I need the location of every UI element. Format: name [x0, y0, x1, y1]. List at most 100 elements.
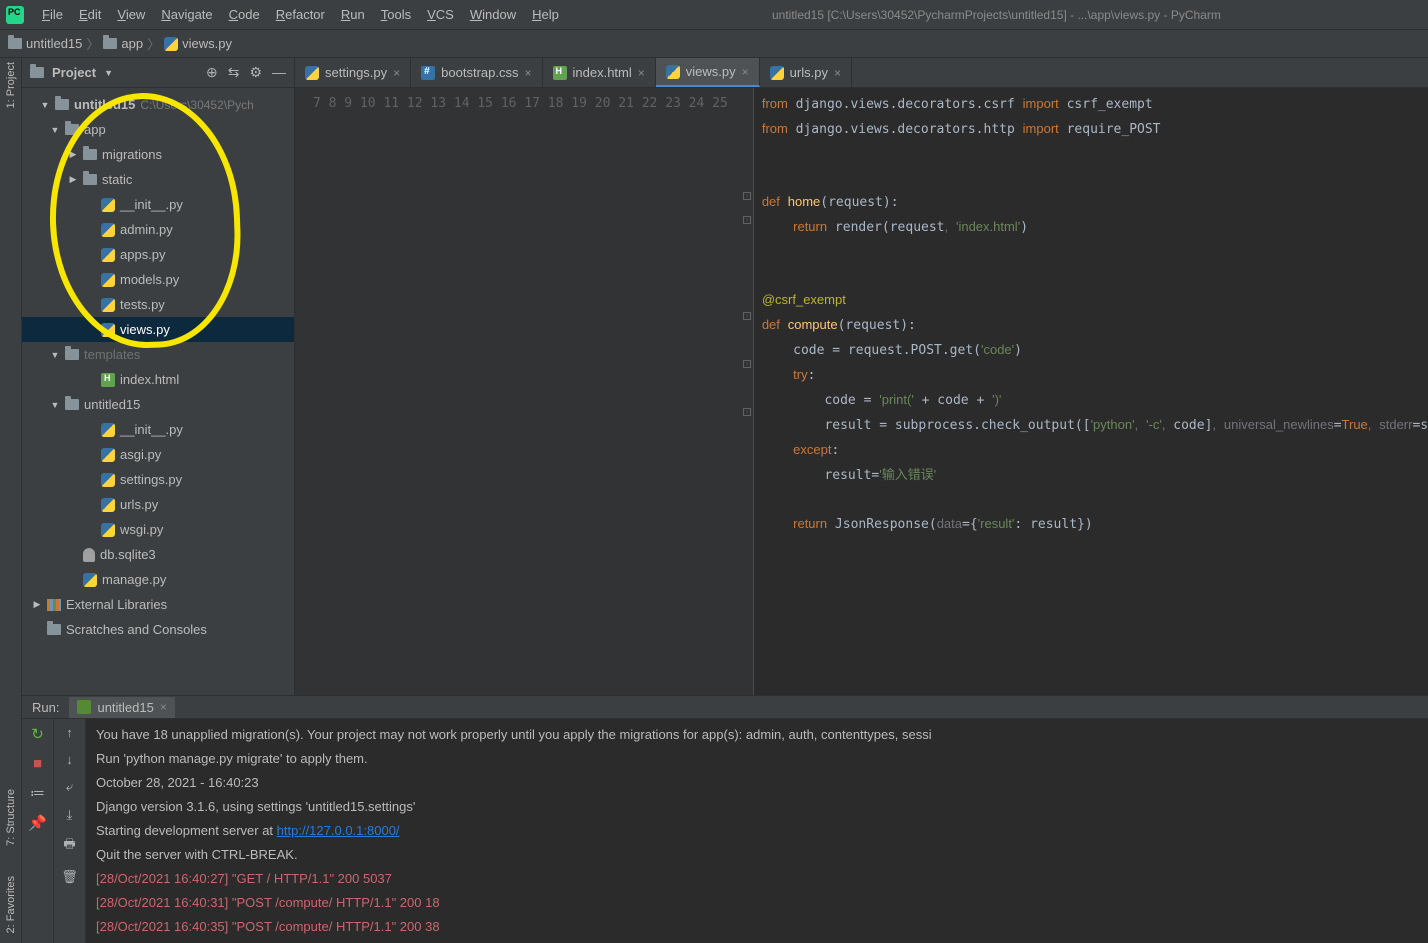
tab-views-py[interactable]: views.py×	[656, 58, 760, 87]
tree-item-db-sqlite3[interactable]: db.sqlite3	[22, 542, 294, 567]
run-toolbar-primary: ↻ ■ ≔ 📌	[22, 719, 54, 943]
layout-icon[interactable]: ≔	[30, 784, 45, 802]
python-icon	[666, 65, 680, 79]
folder-icon	[65, 124, 79, 135]
close-icon[interactable]: ×	[525, 66, 532, 80]
breadcrumb-views-py[interactable]: views.py	[164, 36, 232, 51]
tree-item-untitled15[interactable]: ▼untitled15	[22, 392, 294, 417]
clear-icon[interactable]: 🗑	[61, 869, 78, 885]
python-icon	[101, 298, 115, 312]
left-tool-stripe: 1: Project 7: Structure 2: Favorites	[0, 58, 22, 943]
expand-all-icon[interactable]: ⇆	[228, 64, 240, 81]
breadcrumb-untitled15[interactable]: untitled15	[8, 36, 82, 51]
locate-icon[interactable]: ⊕	[206, 64, 218, 81]
tree-item-templates[interactable]: ▼templates	[22, 342, 294, 367]
tree-item-tests-py[interactable]: tests.py	[22, 292, 294, 317]
gear-icon[interactable]: ⚙	[249, 64, 262, 81]
tree-item-wsgi-py[interactable]: wsgi.py	[22, 517, 294, 542]
run-config-tab[interactable]: untitled15 ×	[69, 697, 174, 718]
python-icon	[164, 37, 178, 51]
soft-wrap-icon[interactable]: ⤶	[66, 779, 73, 795]
tab-bootstrap-css[interactable]: bootstrap.css×	[411, 58, 542, 87]
hide-icon[interactable]: —	[272, 64, 286, 81]
project-icon	[30, 67, 44, 78]
tab-index-html[interactable]: index.html×	[543, 58, 656, 87]
down-icon[interactable]: ↓	[66, 752, 73, 767]
close-icon[interactable]: ×	[160, 700, 167, 714]
tree-item-urls-py[interactable]: urls.py	[22, 492, 294, 517]
html-icon	[553, 66, 567, 80]
tree-item-settings-py[interactable]: settings.py	[22, 467, 294, 492]
tree-item-views-py[interactable]: views.py	[22, 317, 294, 342]
project-panel-header: Project ▼ ⊕ ⇆ ⚙ —	[22, 58, 294, 88]
run-console[interactable]: You have 18 unapplied migration(s). Your…	[86, 719, 1428, 943]
menu-view[interactable]: View	[109, 3, 153, 26]
menu-code[interactable]: Code	[221, 3, 268, 26]
tree-item-Scratches-and-Consoles[interactable]: Scratches and Consoles	[22, 617, 294, 642]
python-icon	[101, 448, 115, 462]
menu-vcs[interactable]: VCS	[419, 3, 462, 26]
menu-run[interactable]: Run	[333, 3, 373, 26]
up-icon[interactable]: ↑	[66, 725, 73, 740]
tree-item-__init__-py[interactable]: __init__.py	[22, 417, 294, 442]
tool-tab-project[interactable]: 1: Project	[5, 62, 17, 108]
menu-help[interactable]: Help	[524, 3, 567, 26]
close-icon[interactable]: ×	[638, 66, 645, 80]
pin-icon[interactable]: 📌	[28, 814, 47, 832]
tree-item-models-py[interactable]: models.py	[22, 267, 294, 292]
folder-icon	[65, 349, 79, 360]
tree-item-app[interactable]: ▼app	[22, 117, 294, 142]
tool-tab-structure[interactable]: 7: Structure	[5, 789, 17, 846]
tree-item-admin-py[interactable]: admin.py	[22, 217, 294, 242]
scroll-end-icon[interactable]: ⤓	[67, 807, 73, 823]
tree-item-apps-py[interactable]: apps.py	[22, 242, 294, 267]
menu-file[interactable]: File	[34, 3, 71, 26]
tool-tab-favorites[interactable]: 2: Favorites	[5, 876, 17, 933]
python-icon	[770, 66, 784, 80]
tree-item-static[interactable]: ▶static	[22, 167, 294, 192]
tab-urls-py[interactable]: urls.py×	[760, 58, 852, 87]
tree-item-asgi-py[interactable]: asgi.py	[22, 442, 294, 467]
python-icon	[101, 423, 115, 437]
folder-icon	[8, 38, 22, 49]
tab-settings-py[interactable]: settings.py×	[295, 58, 411, 87]
breadcrumb-app[interactable]: app	[103, 36, 143, 51]
folder-icon	[65, 399, 79, 410]
lib-icon	[47, 599, 61, 611]
python-icon	[101, 498, 115, 512]
menu-navigate[interactable]: Navigate	[153, 3, 220, 26]
css-icon	[421, 66, 435, 80]
tree-item-manage-py[interactable]: manage.py	[22, 567, 294, 592]
main-menu: FileEditViewNavigateCodeRefactorRunTools…	[34, 3, 567, 26]
close-icon[interactable]: ×	[393, 66, 400, 80]
stop-icon[interactable]: ■	[33, 755, 42, 772]
python-icon	[101, 323, 115, 337]
tree-item-__init__-py[interactable]: __init__.py	[22, 192, 294, 217]
menu-tools[interactable]: Tools	[373, 3, 419, 26]
chevron-down-icon[interactable]: ▼	[104, 68, 113, 78]
close-icon[interactable]: ×	[742, 65, 749, 79]
menu-edit[interactable]: Edit	[71, 3, 109, 26]
python-icon	[101, 223, 115, 237]
project-panel-title[interactable]: Project	[52, 65, 96, 80]
tree-item-External-Libraries[interactable]: ▶External Libraries	[22, 592, 294, 617]
tree-item-index-html[interactable]: index.html	[22, 367, 294, 392]
django-icon	[77, 700, 91, 714]
run-toolbar-secondary: ↑ ↓ ⤶ ⤓ 🖶 🗑	[54, 719, 86, 943]
python-icon	[101, 198, 115, 212]
run-panel-label: Run:	[32, 700, 59, 715]
rerun-icon[interactable]: ↻	[31, 725, 44, 743]
menu-refactor[interactable]: Refactor	[268, 3, 333, 26]
editor-tabs: settings.py×bootstrap.css×index.html×vie…	[295, 58, 1428, 88]
python-icon	[305, 66, 319, 80]
folder-icon	[83, 149, 97, 160]
tree-item-migrations[interactable]: ▶migrations	[22, 142, 294, 167]
run-panel-header: Run: untitled15 ×	[22, 696, 1428, 719]
print-icon[interactable]: 🖶	[63, 835, 75, 857]
close-icon[interactable]: ×	[834, 66, 841, 80]
db-icon	[83, 548, 95, 562]
tree-root[interactable]: ▼ untitled15 C:\Users\30452\Pych	[22, 92, 294, 117]
menu-window[interactable]: Window	[462, 3, 524, 26]
run-tool-window: Run: untitled15 × ↻ ■ ≔ 📌 ↑ ↓ ⤶ ⤓ 🖶 🗑 Yo…	[22, 695, 1428, 943]
run-config-name: untitled15	[97, 700, 153, 715]
